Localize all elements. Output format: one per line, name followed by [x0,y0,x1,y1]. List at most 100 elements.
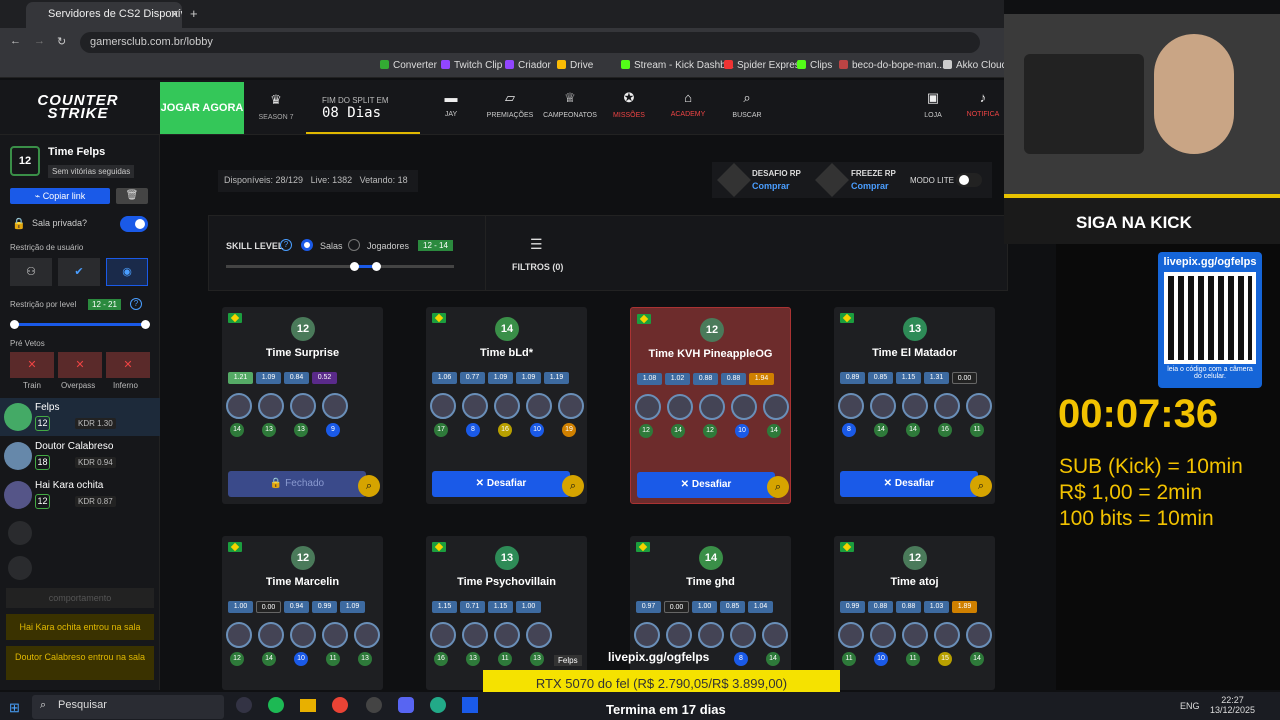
forward-icon[interactable]: → [34,35,45,47]
search-icon[interactable]: ⌕ [358,475,380,497]
lite-mode-toggle[interactable] [956,173,982,187]
nav-premiacoes[interactable]: ▱ PREMIAÇÕES [480,90,540,119]
avatar[interactable] [838,393,864,419]
filters-button[interactable]: FILTROS (0) [512,262,563,272]
avatar[interactable] [730,622,756,648]
empty-slot[interactable] [8,521,32,545]
skill-slider-min-handle[interactable] [350,262,359,271]
skill-slider[interactable] [226,265,454,268]
avatar[interactable] [430,393,456,419]
bookmark-converter[interactable]: Converter [380,60,437,71]
folder-icon[interactable] [300,699,316,712]
restriction-verified-icon[interactable]: ✔ [58,258,100,286]
avatar[interactable] [966,622,992,648]
trash-icon[interactable]: 🗑 [116,188,148,204]
help-icon[interactable]: ? [130,298,142,310]
bookmark-kick-dashboard[interactable]: Stream - Kick Dashb... [621,60,734,71]
avatar[interactable] [494,393,520,419]
avatar[interactable] [762,622,788,648]
season-badge[interactable]: ♛ SEASON 7 [256,92,296,121]
private-room-toggle[interactable] [120,216,148,232]
bookmark-spider[interactable]: Spider Express [724,60,805,71]
search-icon[interactable]: ⌕ [767,476,789,498]
bookmark-twitch-clip[interactable]: Twitch Clip [441,60,502,71]
avatar[interactable] [731,394,757,420]
room-card[interactable]: 14 Time ghd 0.97 0.00 1.00 0.85 1.04 8 14 [630,536,791,690]
skill-slider-max-handle[interactable] [372,262,381,271]
clock[interactable]: 22:27 13/12/2025 [1210,695,1255,715]
taskbar-search[interactable]: Pesquisar [32,695,224,719]
avatar[interactable] [934,622,960,648]
copy-link-button[interactable]: ⌁ Copiar link [10,188,110,204]
player-row[interactable]: Doutor Calabreso 18 KDR 0.94 [0,437,160,475]
room-card[interactable]: 12 Time KVH PineappleOG 1.08 1.02 0.88 0.88… [630,307,791,504]
nav-buscar[interactable]: ⌕ BUSCAR [717,90,777,119]
bookmark-criador[interactable]: Criador [505,60,551,71]
play-now-button[interactable]: JOGAR AGORA [160,82,244,134]
challenge-button[interactable]: ✕ Desafiar [432,471,570,497]
avatar[interactable] [666,622,692,648]
bookmark-clips[interactable]: Clips [797,60,832,71]
app-icon[interactable] [462,697,478,713]
room-card[interactable]: 12 Time Surprise 1.21 1.09 0.84 0.52 14 13 13… [222,307,383,504]
cs-logo[interactable]: COUNTER STRIKE [18,93,138,121]
search-icon[interactable]: ⌕ [562,475,584,497]
avatar[interactable] [558,393,584,419]
taskview-icon[interactable] [236,697,252,713]
avatar[interactable] [870,393,896,419]
search-icon[interactable]: ⌕ [970,475,992,497]
rooms-radio[interactable] [301,239,313,251]
avatar[interactable] [226,622,252,648]
avatar[interactable] [902,622,928,648]
avatar[interactable] [462,393,488,419]
avatar[interactable] [290,393,316,419]
close-tab-icon[interactable]: ✕ [170,8,179,21]
avatar[interactable] [838,622,864,648]
avatar[interactable] [322,622,348,648]
room-card[interactable]: 12 Time Marcelin 1.00 0.00 0.94 0.99 1.09 12… [222,536,383,690]
player-row[interactable]: Hai Kara ochita 12 KDR 0.87 [0,476,160,514]
nav-academy[interactable]: ⌂ ACADEMY [658,90,718,118]
avatar[interactable] [635,394,661,420]
veto-overpass-map[interactable]: ✕ [58,352,102,378]
url-field[interactable]: gamersclub.com.br/lobby [80,32,980,53]
avatar[interactable] [699,394,725,420]
avatar[interactable] [667,394,693,420]
filter-icon[interactable]: ☰ [530,236,543,253]
nav-missoes[interactable]: ✪ MISSÕES [599,90,659,119]
new-tab-icon[interactable]: + [190,6,198,21]
room-card[interactable]: 14 Time bLd* 1.06 0.77 1.09 1.09 1.19 17 8 16 1… [426,307,587,504]
room-card[interactable]: 12 Time atoj 0.99 0.88 0.88 1.03 1.89 11 10 11… [834,536,995,690]
players-radio[interactable] [348,239,360,251]
level-slider[interactable] [14,323,146,326]
room-card[interactable]: 13 Time El Matador 0.89 0.85 1.15 1.31 0.00 … [834,307,995,504]
bookmark-beco[interactable]: beco-do-bope-man... [839,60,945,71]
avatar[interactable] [430,622,456,648]
avatar[interactable] [634,622,660,648]
avatar[interactable] [902,393,928,419]
avatar[interactable] [226,393,252,419]
challenge-button[interactable]: ✕ Desafiar [840,471,978,497]
avatar[interactable] [526,622,552,648]
discord-icon[interactable] [398,697,414,713]
restriction-all-icon[interactable]: ⚇ [10,258,52,286]
restriction-premium-icon[interactable]: ◉ [106,258,148,286]
avatar[interactable] [870,622,896,648]
avatar[interactable] [763,394,789,420]
player-row[interactable]: Felps 12 KDR 1.30 [0,398,160,436]
language-indicator[interactable]: ENG [1180,701,1200,711]
windows-start-icon[interactable]: ⊞ [9,700,20,716]
spotify-icon[interactable] [268,697,284,713]
room-card[interactable]: 13 Time Psychovillain 1.15 0.71 1.15 1.00 1… [426,536,587,690]
browser-tab[interactable]: Servidores de CS2 Disponíveis | [26,2,182,28]
desafio-buy-link[interactable]: Comprar [752,181,790,191]
avatar[interactable] [966,393,992,419]
level-slider-max-handle[interactable] [141,320,150,329]
freeze-buy-link[interactable]: Comprar [851,181,889,191]
empty-slot[interactable] [8,556,32,580]
app-icon[interactable] [430,697,446,713]
chrome-icon[interactable] [332,697,348,713]
veto-train-map[interactable]: ✕ [10,352,54,378]
avatar[interactable] [290,622,316,648]
avatar[interactable] [258,393,284,419]
